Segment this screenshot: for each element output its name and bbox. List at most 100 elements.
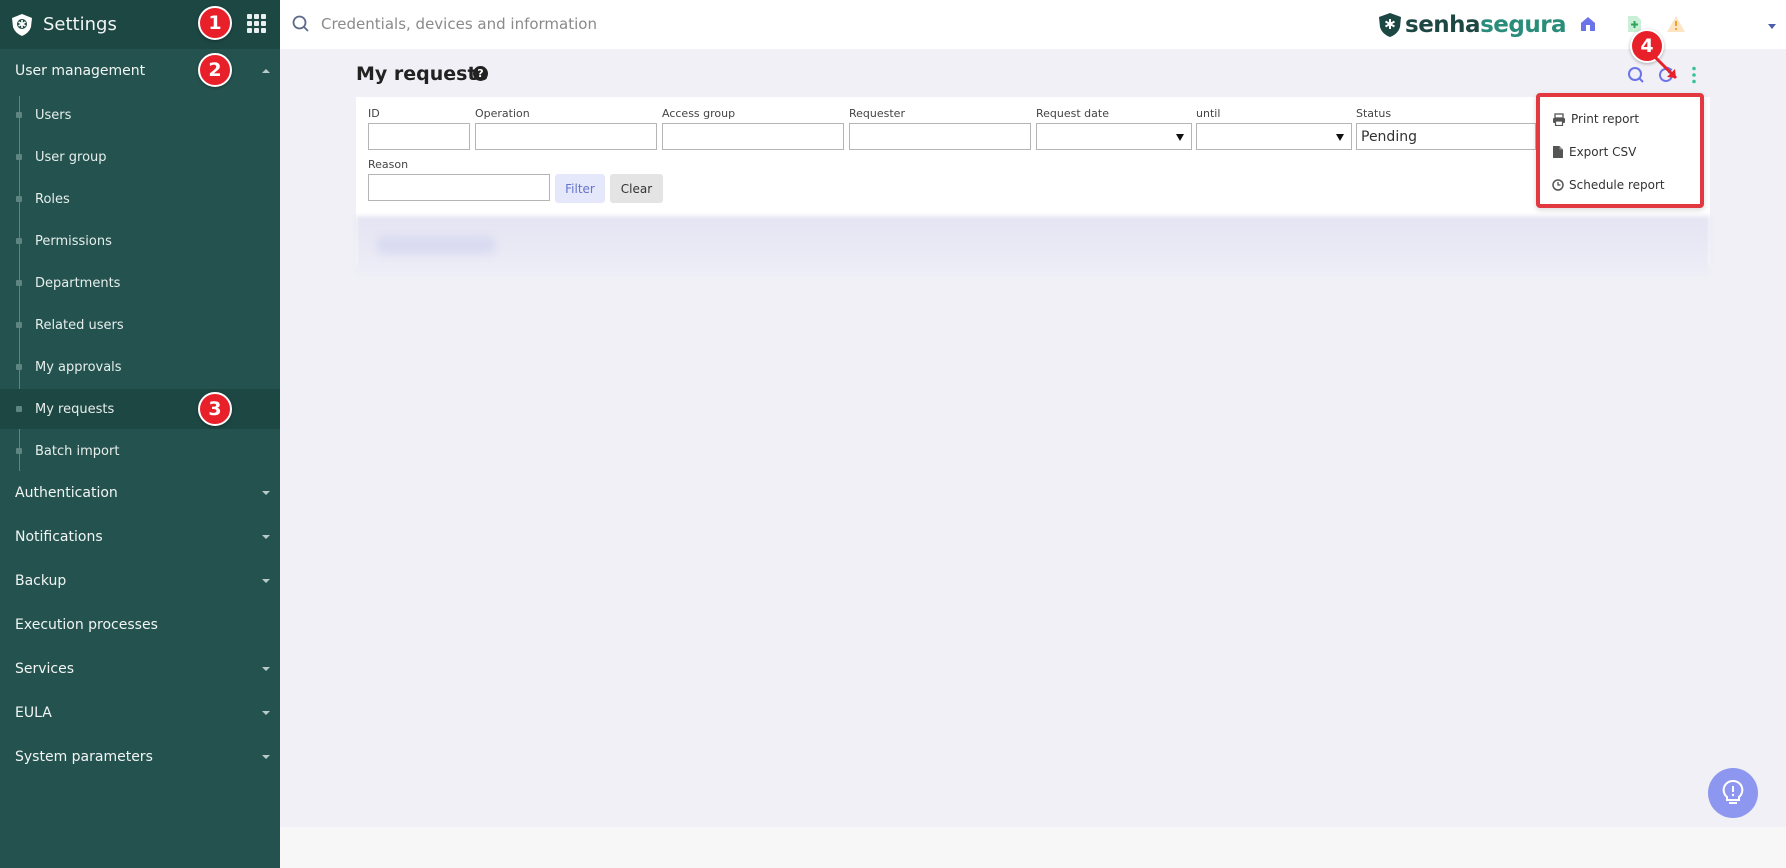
sidebar-section-label: Execution processes — [15, 617, 158, 633]
annotation-badge-2: 2 — [198, 53, 232, 87]
more-options-icon[interactable] — [1684, 65, 1704, 85]
bullet-icon — [16, 364, 22, 370]
menu-item-label: Print report — [1571, 112, 1640, 126]
access-group-label: Access group — [662, 107, 736, 120]
sidebar-section-backup[interactable]: Backup — [0, 563, 280, 599]
dropdown-arrow-icon — [1176, 134, 1184, 141]
tips-button[interactable] — [1708, 768, 1758, 818]
chevron-down-icon — [262, 711, 270, 715]
brand-logo: senhasegura — [1378, 11, 1567, 39]
loading-skeleton-blob — [376, 236, 496, 254]
global-search-input[interactable] — [321, 12, 821, 36]
sidebar-section-label: EULA — [15, 705, 52, 721]
user-menu-caret-icon[interactable] — [1768, 24, 1776, 29]
sidebar-item-related-users[interactable]: Related users — [0, 305, 280, 345]
sidebar-item-users[interactable]: Users — [0, 95, 280, 135]
chevron-down-icon — [262, 579, 270, 583]
app-title: Settings — [43, 14, 117, 35]
bullet-icon — [16, 280, 22, 286]
operation-input[interactable] — [475, 123, 657, 150]
brand-part-2: segura — [1480, 12, 1567, 38]
requester-input[interactable] — [849, 123, 1031, 150]
loading-skeleton — [356, 216, 1710, 276]
options-dropdown-menu: Print report Export CSV Schedule report — [1536, 93, 1704, 208]
brand-shield-icon — [1379, 13, 1401, 37]
menu-item-export-csv[interactable]: Export CSV — [1552, 142, 1636, 162]
menu-item-print-report[interactable]: Print report — [1552, 109, 1639, 129]
id-input[interactable] — [368, 123, 470, 150]
menu-item-schedule-report[interactable]: Schedule report — [1552, 175, 1665, 195]
brand-part-1: senha — [1405, 12, 1481, 38]
home-icon[interactable] — [1578, 14, 1598, 34]
page-title: My requests — [356, 63, 488, 85]
warning-icon[interactable] — [1666, 14, 1686, 34]
clear-button[interactable]: Clear — [610, 174, 663, 203]
sidebar-item-batch-import[interactable]: Batch import — [0, 431, 280, 471]
chevron-down-icon — [262, 535, 270, 539]
access-group-input[interactable] — [662, 123, 844, 150]
brand-name: senhasegura — [1405, 12, 1567, 38]
sidebar-section-execution-processes[interactable]: Execution processes — [0, 607, 280, 643]
sidebar-item-departments[interactable]: Departments — [0, 263, 280, 303]
reason-label: Reason — [368, 158, 409, 171]
sidebar-item-label: Users — [35, 107, 72, 123]
sidebar: Settings User management Users User grou… — [0, 0, 280, 868]
apps-grid-icon[interactable] — [247, 14, 266, 33]
status-select[interactable]: Pending — [1356, 123, 1536, 150]
sidebar-item-label: Roles — [35, 191, 70, 207]
sidebar-section-notifications[interactable]: Notifications — [0, 519, 280, 555]
sidebar-section-label: Services — [15, 661, 75, 677]
requester-label: Requester — [849, 107, 905, 120]
chevron-down-icon — [262, 755, 270, 759]
id-label: ID — [368, 107, 380, 120]
sidebar-item-user-group[interactable]: User group — [0, 137, 280, 177]
sidebar-item-label: My requests — [35, 401, 115, 417]
lightbulb-icon — [1722, 779, 1744, 804]
filter-button[interactable]: Filter — [555, 174, 605, 203]
sidebar-item-roles[interactable]: Roles — [0, 179, 280, 219]
sidebar-section-system-parameters[interactable]: System parameters — [0, 739, 280, 775]
topbar: senhasegura — [280, 0, 1786, 49]
until-date-select[interactable] — [1196, 123, 1352, 150]
sidebar-item-my-requests[interactable]: My requests — [0, 389, 280, 429]
status-label: Status — [1356, 107, 1392, 120]
dropdown-arrow-icon — [1336, 134, 1344, 141]
bullet-icon — [16, 406, 22, 412]
sidebar-section-eula[interactable]: EULA — [0, 695, 280, 731]
clock-icon — [1552, 179, 1564, 191]
reason-input[interactable] — [368, 174, 550, 201]
app-logo-icon — [12, 13, 32, 36]
sidebar-item-label: Related users — [35, 317, 124, 333]
sidebar-section-label: User management — [15, 63, 146, 79]
annotation-badge-1: 1 — [198, 6, 232, 40]
menu-item-label: Schedule report — [1569, 178, 1665, 192]
sidebar-item-my-approvals[interactable]: My approvals — [0, 347, 280, 387]
chevron-up-icon — [262, 69, 270, 73]
sidebar-item-label: Batch import — [35, 443, 120, 459]
request-date-select[interactable] — [1036, 123, 1192, 150]
sidebar-item-label: Permissions — [35, 233, 112, 249]
printer-icon — [1553, 112, 1565, 126]
bullet-icon — [16, 154, 22, 160]
sidebar-section-label: Authentication — [15, 485, 118, 501]
until-label: until — [1196, 107, 1221, 120]
bullet-icon — [16, 238, 22, 244]
menu-item-label: Export CSV — [1569, 145, 1637, 159]
bullet-icon — [16, 322, 22, 328]
bullet-icon — [16, 112, 22, 118]
annotation-arrow-icon — [1650, 52, 1678, 80]
help-icon[interactable]: ? — [473, 66, 488, 81]
sidebar-section-authentication[interactable]: Authentication — [0, 475, 280, 511]
sidebar-item-label: User group — [35, 149, 107, 165]
request-date-label: Request date — [1036, 107, 1109, 120]
sidebar-section-user-management[interactable]: User management — [0, 53, 280, 89]
sidebar-section-label: Backup — [15, 573, 67, 589]
sidebar-item-label: My approvals — [35, 359, 122, 375]
sidebar-section-services[interactable]: Services — [0, 651, 280, 687]
bullet-icon — [16, 448, 22, 454]
status-value: Pending — [1361, 128, 1417, 145]
sidebar-item-permissions[interactable]: Permissions — [0, 221, 280, 261]
sidebar-header: Settings — [0, 0, 280, 49]
chevron-down-icon — [262, 667, 270, 671]
search-toggle-icon[interactable] — [1626, 65, 1646, 85]
